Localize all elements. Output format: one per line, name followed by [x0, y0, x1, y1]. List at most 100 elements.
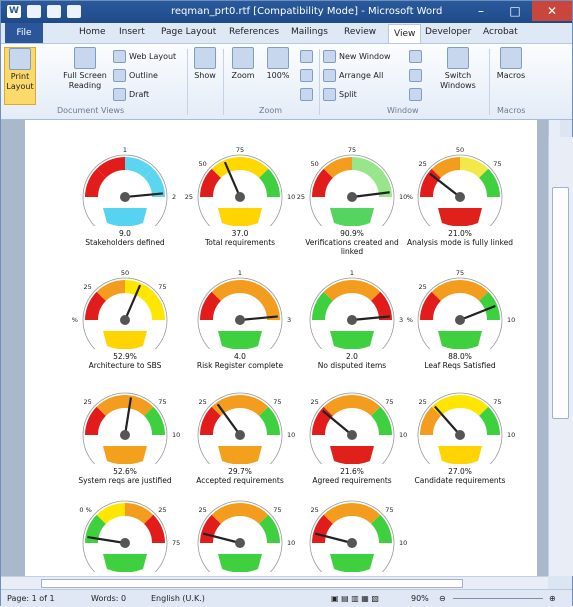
page-count[interactable]: Page: 1 of 1	[7, 594, 55, 603]
maximize-icon[interactable]: □	[498, 1, 532, 21]
tab-developer[interactable]: Developer	[425, 27, 471, 37]
redo-icon[interactable]	[67, 5, 81, 18]
gauge-tick-label: 25	[158, 506, 166, 514]
gauge-5: 0 %25507552.9%Architecture to SBS	[70, 257, 180, 382]
tab-acrobat[interactable]: Acrobat	[483, 27, 518, 37]
tab-page-layout[interactable]: Page Layout	[161, 27, 216, 37]
gauge-tick-label: 25	[418, 283, 426, 291]
gauge-hub	[455, 315, 465, 325]
tab-review[interactable]: Review	[344, 27, 376, 37]
two-pages-button[interactable]	[300, 69, 316, 82]
gauge-9: 2575100 %52.6%System reqs are justified	[70, 372, 180, 497]
window-title: reqman_prt0.rtf [Compatibility Mode] - M…	[171, 6, 443, 17]
gauge-tick-label: 50	[310, 160, 318, 168]
language-indicator[interactable]: English (U.K.)	[151, 594, 205, 603]
full-screen-reading-button[interactable]: Full Screen Reading	[63, 47, 107, 103]
switch-windows-button[interactable]: Switch Windows	[433, 47, 483, 103]
zoom-level[interactable]: 90%	[411, 594, 429, 603]
gauge-2: 255075100 %37.0Total requirements	[185, 134, 295, 259]
vertical-scrollbar[interactable]	[548, 137, 573, 576]
group-separator	[223, 49, 224, 115]
full-screen-icon	[74, 47, 96, 69]
sync-scroll-button[interactable]	[409, 69, 425, 82]
status-bar: Page: 1 of 1 Words: 0 English (U.K.) ▣ ▤…	[1, 589, 572, 607]
save-icon[interactable]	[27, 5, 41, 18]
group-separator	[489, 49, 490, 115]
gauge-status-fill	[438, 331, 482, 349]
hundred-percent-button[interactable]: 100%	[263, 47, 293, 103]
page-width-icon	[300, 88, 313, 101]
gauge-tick-label: 25	[198, 506, 206, 514]
gauge-tick-label: 0 %	[70, 316, 78, 324]
vertical-scroll-thumb[interactable]	[552, 187, 569, 419]
gauge-tick-label: 75	[172, 539, 180, 547]
undo-icon[interactable]	[47, 5, 61, 18]
group-zoom-label: Zoom	[259, 106, 283, 115]
arrange-all-button[interactable]: Arrange All	[323, 69, 383, 82]
gauge-dial: 0 % 25 75	[79, 500, 180, 572]
gauge-hub	[455, 192, 465, 202]
horizontal-scroll-thumb[interactable]	[41, 579, 463, 588]
tab-insert[interactable]: Insert	[119, 27, 145, 37]
reset-position-button[interactable]	[409, 88, 425, 101]
gauge-hub	[120, 430, 130, 440]
tab-file[interactable]: File	[5, 23, 43, 43]
group-macros-label: Macros	[497, 106, 526, 115]
show-button[interactable]: Show	[191, 47, 219, 103]
page-width-button[interactable]	[300, 88, 316, 101]
gauge-status-fill	[103, 208, 147, 226]
outline-icon	[113, 69, 126, 82]
gauge-status-fill	[438, 208, 482, 226]
tab-home[interactable]: Home	[79, 27, 106, 37]
gauge-status-fill	[103, 446, 147, 464]
close-icon[interactable]: ✕	[532, 1, 572, 21]
gauge-caption: Candidate requirements	[414, 476, 506, 485]
gauge-tick-label: 75	[348, 146, 356, 154]
one-page-button[interactable]	[300, 50, 316, 63]
gauge-dial: 2575100 %	[309, 392, 407, 464]
print-layout-button[interactable]: Print Layout	[4, 47, 36, 105]
gauge-tick-label: 75	[385, 506, 393, 514]
gauge-status-fill	[218, 446, 262, 464]
view-buttons[interactable]: ▣ ▤ ▥ ▦ ▧	[331, 594, 379, 603]
gauge-7: 1 3 2.0 No disputed items	[297, 257, 407, 382]
outline-label: Outline	[129, 71, 158, 80]
gauge-hub	[347, 315, 357, 325]
new-window-button[interactable]: New Window	[323, 50, 391, 63]
gauge-tick-label: 75	[236, 146, 244, 154]
minimize-icon[interactable]: –	[464, 1, 498, 21]
gauge-status-fill	[330, 554, 374, 572]
word-count[interactable]: Words: 0	[91, 594, 126, 603]
tab-mailings[interactable]: Mailings	[291, 27, 328, 37]
gauge-dial: 25 50 75 100 %	[185, 146, 295, 226]
ruler-toggle-icon[interactable]	[548, 120, 560, 137]
gauge-hub	[455, 430, 465, 440]
web-layout-label: Web Layout	[129, 52, 177, 61]
gauge-dial: 2575100 %	[197, 392, 295, 464]
zoom-out-icon[interactable]: ⊖	[439, 594, 446, 603]
draft-button[interactable]: Draft	[113, 88, 149, 101]
zoom-in-icon[interactable]: ⊕	[549, 594, 556, 603]
gauge-status-fill	[103, 554, 147, 572]
gauge-caption: Architecture to SBS	[88, 361, 162, 370]
outline-button[interactable]: Outline	[113, 69, 158, 82]
gauge-dial: 2575100 %	[197, 500, 295, 572]
macros-button[interactable]: Macros	[493, 47, 529, 103]
tab-references[interactable]: References	[229, 27, 279, 37]
web-layout-button[interactable]: Web Layout	[113, 50, 176, 63]
gauge-status-fill	[330, 446, 374, 464]
switch-windows-label: Switch Windows	[440, 71, 476, 90]
gauge-caption: Total requirements	[204, 238, 276, 247]
tab-view[interactable]: View	[388, 24, 422, 43]
zoom-button[interactable]: Zoom	[227, 47, 259, 103]
zoom-slider[interactable]	[453, 598, 543, 599]
gauge-hub	[347, 538, 357, 548]
document-page[interactable]: 129.0Stakeholders defined255075100 %37.0…	[25, 120, 537, 584]
word-app-icon[interactable]: W	[7, 5, 21, 18]
ribbon-view: Print Layout Full Screen Reading Web Lay…	[1, 44, 572, 120]
horizontal-scrollbar[interactable]	[1, 576, 548, 589]
gauge-dial: 2575100 %	[82, 392, 180, 464]
split-button[interactable]: Split	[323, 88, 357, 101]
view-side-by-side-button[interactable]	[409, 50, 425, 63]
gauge-caption: Leaf Reqs Satisfied	[424, 361, 496, 370]
